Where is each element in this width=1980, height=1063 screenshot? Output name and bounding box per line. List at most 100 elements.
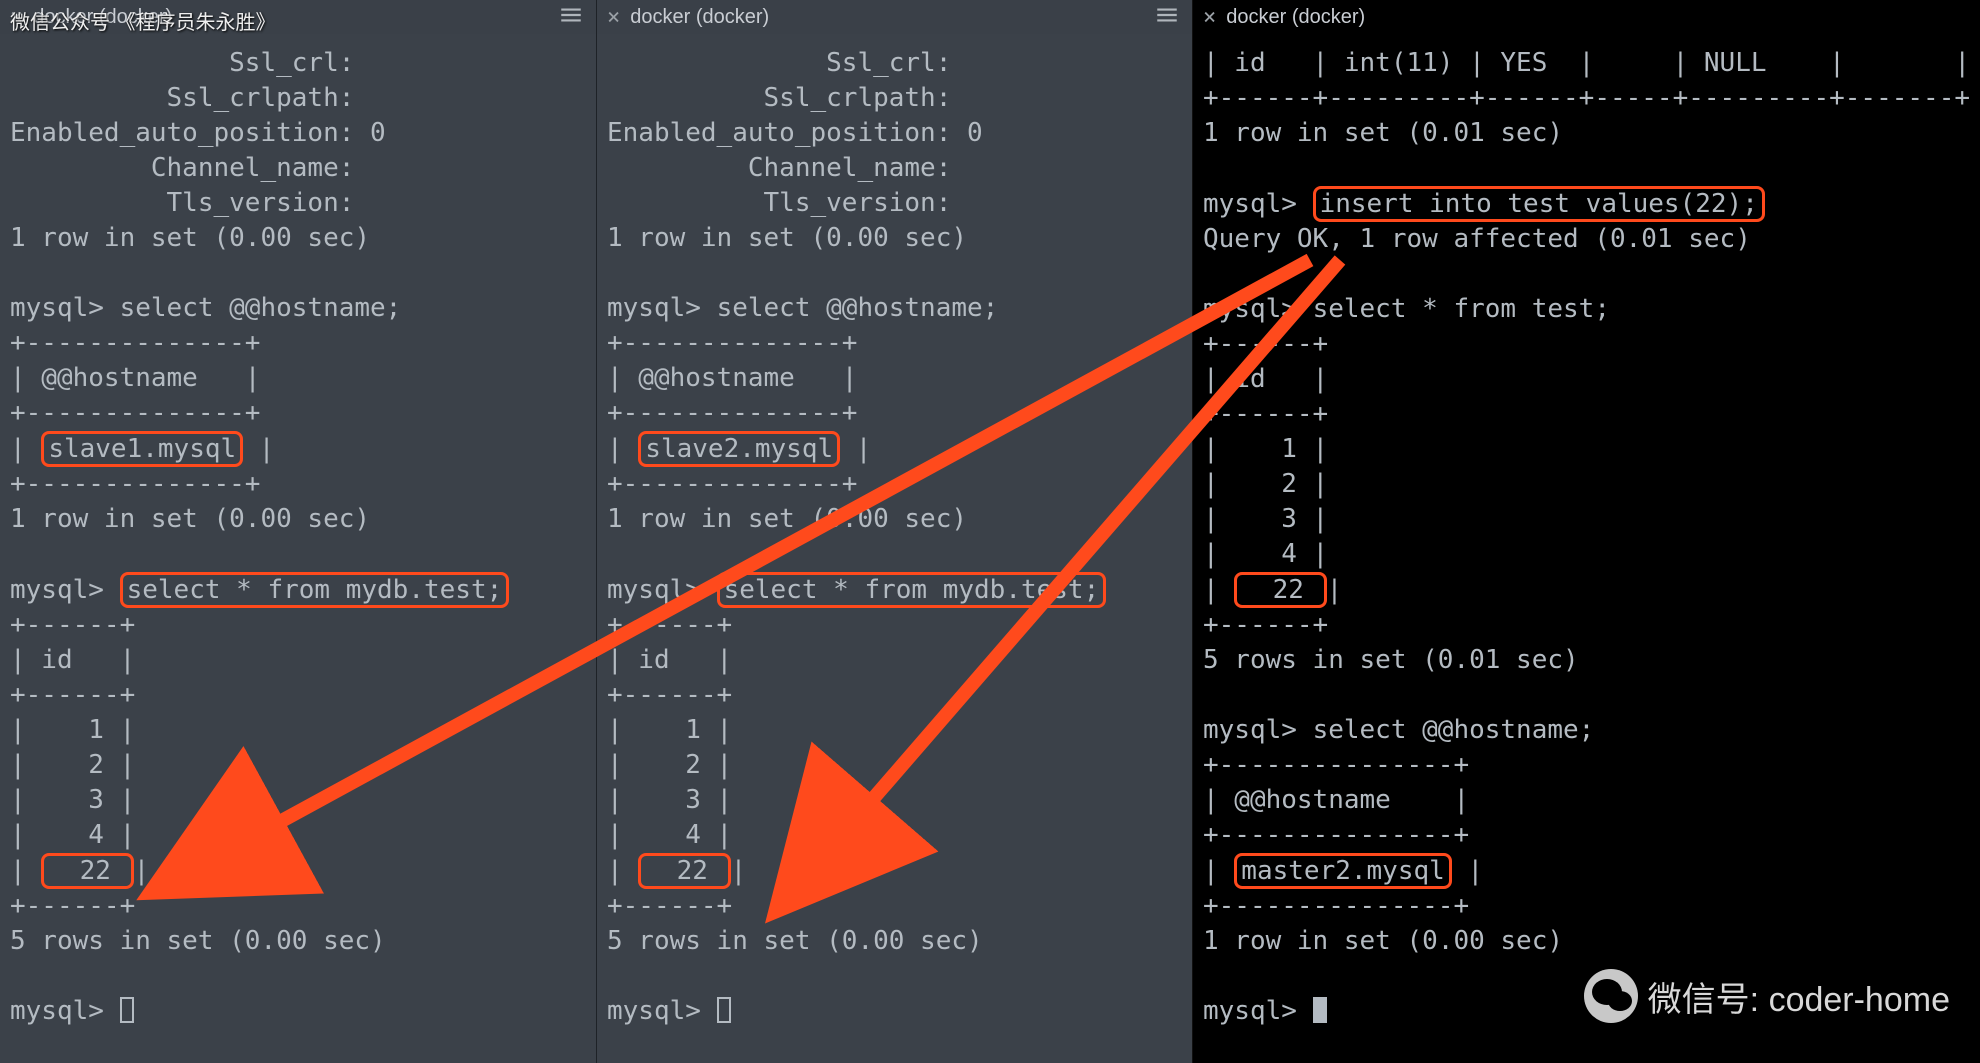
terminal-output-2[interactable]: Ssl_crl: Ssl_crlpath: Enabled_auto_posit… — [597, 34, 1192, 1063]
column-header: | @@hostname | — [1203, 785, 1469, 815]
separator: +--------------+ — [10, 469, 260, 499]
row-summary: 1 row in set (0.01 sec) — [1203, 118, 1563, 148]
menu-icon[interactable] — [558, 2, 584, 33]
table-row: | 2 | — [10, 750, 135, 780]
row-summary: 1 row in set (0.00 sec) — [607, 223, 967, 253]
column-header: | id | — [1203, 364, 1328, 394]
status-line: Enabled_auto_position: 0 — [10, 118, 386, 148]
sql-select-hostname: select @@hostname; — [1313, 715, 1595, 745]
prompt: mysql> — [10, 293, 104, 323]
separator: +------+ — [1203, 329, 1328, 359]
sql-select-test: select * from test; — [1313, 294, 1610, 324]
column-header: | id | — [10, 645, 135, 675]
separator: +------+ — [1203, 399, 1328, 429]
table-row: | 2 | — [607, 750, 732, 780]
separator: +---------------+ — [1203, 750, 1469, 780]
watermark-bottom: 微信号: coder-home — [1584, 969, 1950, 1023]
sql-select-test-highlight: select * from mydb.test; — [120, 572, 510, 608]
hostname-value-highlight: slave1.mysql — [41, 431, 243, 467]
row-summary: 5 rows in set (0.01 sec) — [1203, 645, 1579, 675]
table-row: | 1 | — [607, 715, 732, 745]
table-row: | 4 | — [10, 820, 135, 850]
separator: +--------------+ — [607, 328, 857, 358]
separator: +---------------+ — [1203, 820, 1469, 850]
table-row: | 4 | — [607, 820, 732, 850]
separator: +------+---------+------+-----+---------… — [1203, 83, 1970, 113]
separator: +--------------+ — [10, 328, 260, 358]
separator: +--------------+ — [10, 398, 260, 428]
terminal-pane-3: × docker (docker) | id | int(11) | YES |… — [1192, 0, 1980, 1063]
sql-insert-highlight: insert into test values(22); — [1313, 186, 1765, 222]
menu-icon[interactable] — [1154, 2, 1180, 33]
status-line: Ssl_crlpath: — [607, 83, 951, 113]
separator: +------+ — [10, 680, 135, 710]
tab-title-3[interactable]: docker (docker) — [1226, 6, 1365, 29]
column-header: | id | — [607, 645, 732, 675]
tab-bar-2: × docker (docker) — [597, 0, 1192, 34]
value-22-highlight: 22 — [638, 853, 730, 889]
row-summary: 5 rows in set (0.00 sec) — [607, 926, 983, 956]
status-line: Channel_name: — [607, 153, 951, 183]
status-line: Ssl_crl: — [10, 48, 354, 78]
prompt: mysql> — [1203, 189, 1297, 219]
status-line: Tls_version: — [10, 188, 354, 218]
separator: +------+ — [10, 610, 135, 640]
table-row: | 3 | — [10, 785, 135, 815]
query-ok: Query OK, 1 row affected (0.01 sec) — [1203, 224, 1751, 254]
prompt: mysql> — [607, 293, 701, 323]
separator: +------+ — [10, 891, 135, 921]
status-line: Ssl_crlpath: — [10, 83, 354, 113]
sql-select-test-highlight: select * from mydb.test; — [717, 572, 1107, 608]
status-line: Tls_version: — [607, 188, 951, 218]
table-row: | 1 | — [10, 715, 135, 745]
terminal-pane-2: × docker (docker) Ssl_crl: Ssl_crlpath: … — [596, 0, 1192, 1063]
separator: +--------------+ — [607, 469, 857, 499]
terminal-pane-1: × docker (docker) Ssl_crl: Ssl_crlpath: … — [0, 0, 596, 1063]
separator: +--------------+ — [607, 398, 857, 428]
sql-select-hostname: select @@hostname; — [120, 293, 402, 323]
prompt: mysql> — [10, 575, 104, 605]
terminal-output-3[interactable]: | id | int(11) | YES | | NULL | | +-----… — [1193, 34, 1980, 1063]
table-row: | 1 | — [1203, 434, 1328, 464]
row-summary: 1 row in set (0.00 sec) — [10, 504, 370, 534]
prompt: mysql> — [607, 996, 701, 1026]
separator: +---------------+ — [1203, 891, 1469, 921]
table-row: | 3 | — [607, 785, 732, 815]
tab-title-2[interactable]: docker (docker) — [630, 6, 769, 29]
sql-select-hostname: select @@hostname; — [717, 293, 999, 323]
hostname-value-highlight: master2.mysql — [1234, 853, 1452, 889]
row-summary: 1 row in set (0.00 sec) — [607, 504, 967, 534]
table-row: | 3 | — [1203, 504, 1328, 534]
prompt: mysql> — [1203, 715, 1297, 745]
column-header: | @@hostname | — [10, 363, 260, 393]
separator: +------+ — [1203, 610, 1328, 640]
table-desc-row: | id | int(11) | YES | | NULL | | — [1203, 48, 1970, 78]
prompt: mysql> — [1203, 294, 1297, 324]
watermark-bottom-label: 微信号: coder-home — [1648, 972, 1950, 1021]
table-row: | 2 | — [1203, 469, 1328, 499]
cursor-icon — [717, 997, 731, 1023]
status-line: Ssl_crl: — [607, 48, 951, 78]
status-line: Channel_name: — [10, 153, 354, 183]
cursor-icon — [1313, 997, 1327, 1023]
close-icon[interactable]: × — [607, 5, 620, 30]
row-summary: 5 rows in set (0.00 sec) — [10, 926, 386, 956]
separator: +------+ — [607, 680, 732, 710]
tab-bar-3: × docker (docker) — [1193, 0, 1980, 34]
row-summary: 1 row in set (0.00 sec) — [1203, 926, 1563, 956]
terminal-output-1[interactable]: Ssl_crl: Ssl_crlpath: Enabled_auto_posit… — [0, 34, 596, 1063]
prompt: mysql> — [607, 575, 701, 605]
prompt: mysql> — [1203, 996, 1297, 1026]
separator: +------+ — [607, 610, 732, 640]
prompt: mysql> — [10, 996, 104, 1026]
close-icon[interactable]: × — [1203, 5, 1216, 30]
cursor-icon — [120, 997, 134, 1023]
hostname-value-highlight: slave2.mysql — [638, 431, 840, 467]
status-line: Enabled_auto_position: 0 — [607, 118, 983, 148]
column-header: | @@hostname | — [607, 363, 857, 393]
watermark-top: 微信公众号 《程序员朱永胜》 — [10, 6, 276, 35]
row-summary: 1 row in set (0.00 sec) — [10, 223, 370, 253]
value-22-highlight: 22 — [41, 853, 133, 889]
value-22-highlight: 22 — [1234, 572, 1326, 608]
wechat-icon — [1584, 969, 1638, 1023]
